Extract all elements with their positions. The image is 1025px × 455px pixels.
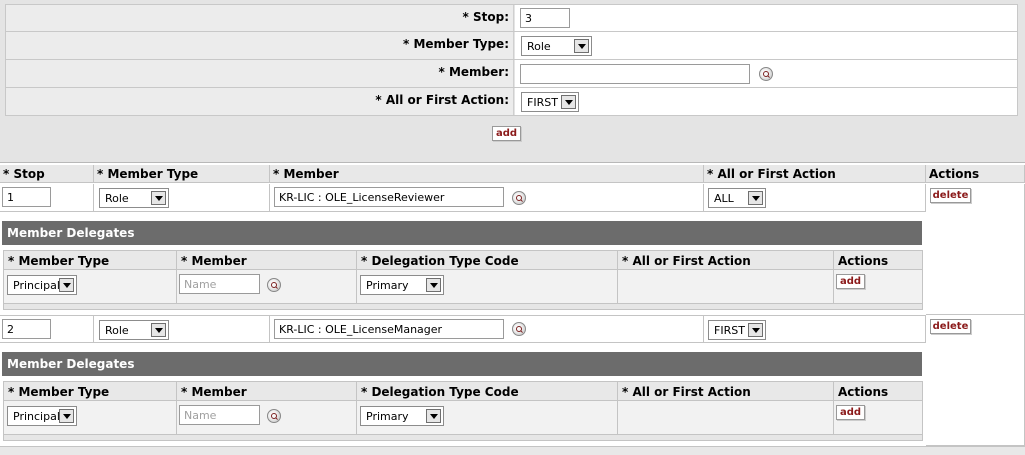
delegate-table-footer [4, 434, 922, 440]
delegate-header-delegation-type: * Delegation Type Code [357, 251, 618, 270]
delegate-header-member: * Member [177, 251, 357, 270]
member-type-select[interactable]: Role [99, 188, 169, 208]
row-1-actions-cell: delete [926, 184, 1025, 315]
row-2-actions-cell: delete [926, 315, 1025, 446]
member-input[interactable]: KR-LIC : OLE_LicenseReviewer [274, 187, 504, 207]
delegate-actions-cell: add [834, 401, 922, 434]
delegate-header-action: * All or First Action [618, 251, 834, 270]
add-responsibility-form: * Stop: 3 * Member Type: Role * Member: … [0, 0, 1025, 163]
stop-label: * Stop: [6, 5, 514, 31]
member-input[interactable] [520, 64, 750, 84]
chevron-down-icon [426, 278, 441, 292]
delegate-member-type-select[interactable]: Principal [7, 275, 77, 295]
delegate-add-button[interactable]: add [836, 405, 865, 420]
member-delegates-table: * Member Type * Member * Delegation Type… [3, 250, 923, 310]
header-action: * All or First Action [704, 165, 926, 183]
delegate-member-type-value: Principal [13, 410, 60, 423]
header-stop: * Stop [0, 165, 94, 183]
delegate-member-cell: Name [177, 401, 357, 434]
member-type-value: Role [105, 324, 129, 337]
table-footer [0, 446, 1025, 455]
chevron-down-icon [561, 95, 576, 109]
delegate-type-cell: Primary [357, 270, 618, 303]
chevron-down-icon [151, 323, 166, 337]
delegate-member-cell: Name [177, 270, 357, 303]
member-type-value: Role [527, 40, 551, 53]
member-input[interactable]: KR-LIC : OLE_LicenseManager [274, 319, 504, 339]
member-delegates-table: * Member Type * Member * Delegation Type… [3, 381, 923, 441]
header-actions: Actions [926, 165, 1025, 183]
member-delegates-title: Member Delegates [2, 221, 922, 245]
action-select[interactable]: FIRST [521, 92, 579, 112]
delegation-type-select[interactable]: Primary [360, 275, 444, 295]
add-button[interactable]: add [492, 126, 521, 141]
search-lookup-icon[interactable] [512, 322, 526, 336]
header-member-type: * Member Type [94, 165, 270, 183]
row-1-action-cell: ALL [704, 184, 926, 212]
delegate-type-cell: Primary [357, 401, 618, 434]
action-value: FIRST [714, 324, 745, 337]
stop-row: * Stop: 3 [5, 4, 1018, 32]
chevron-down-icon [151, 191, 166, 205]
action-value: FIRST [527, 96, 558, 109]
header-member: * Member [270, 165, 704, 183]
row-1-member-cell: KR-LIC : OLE_LicenseReviewer [270, 184, 704, 212]
delete-button[interactable]: delete [930, 188, 971, 203]
search-lookup-icon[interactable] [759, 67, 773, 81]
delegate-table-footer [4, 303, 922, 309]
delegate-member-type-cell: Principal [4, 270, 177, 303]
chevron-down-icon [59, 409, 74, 423]
delegate-add-button[interactable]: add [836, 274, 865, 289]
delegate-member-input[interactable]: Name [179, 274, 260, 294]
delegate-header-action: * All or First Action [618, 382, 834, 401]
action-select[interactable]: ALL [708, 188, 766, 208]
row-1-member-type-cell: Role [94, 184, 270, 212]
action-select[interactable]: FIRST [708, 320, 766, 340]
action-value: ALL [714, 192, 734, 205]
row-2-member-type-cell: Role [94, 315, 270, 343]
member-row: * Member: [5, 59, 1018, 88]
delegate-header-member-type: * Member Type [4, 251, 177, 270]
delegate-header-member: * Member [177, 382, 357, 401]
action-row: * All or First Action: FIRST [5, 87, 1018, 116]
delegate-header-member-type: * Member Type [4, 382, 177, 401]
member-label: * Member: [6, 60, 514, 87]
member-type-value: Role [105, 192, 129, 205]
delegate-header-delegation-type: * Delegation Type Code [357, 382, 618, 401]
action-label: * All or First Action: [6, 88, 514, 115]
delegation-type-select[interactable]: Primary [360, 406, 444, 426]
member-type-select[interactable]: Role [99, 320, 169, 340]
delegate-action-cell [618, 270, 834, 303]
member-type-select[interactable]: Role [521, 36, 592, 56]
search-lookup-icon[interactable] [267, 278, 281, 292]
delegate-header-actions: Actions [834, 251, 922, 270]
stop-input[interactable]: 1 [2, 187, 51, 207]
row-2-action-cell: FIRST [704, 315, 926, 343]
chevron-down-icon [748, 323, 763, 337]
chevron-down-icon [574, 39, 589, 53]
delete-button[interactable]: delete [930, 319, 971, 334]
stop-input[interactable]: 2 [2, 319, 51, 339]
stop-input[interactable]: 3 [520, 8, 570, 28]
search-lookup-icon[interactable] [267, 409, 281, 423]
delegate-member-input[interactable]: Name [179, 405, 260, 425]
delegate-actions-cell: add [834, 270, 922, 303]
delegation-type-value: Primary [366, 410, 409, 423]
member-type-label: * Member Type: [6, 32, 514, 59]
chevron-down-icon [59, 278, 74, 292]
row-2-stop-cell: 2 [0, 315, 94, 343]
chevron-down-icon [426, 409, 441, 423]
row-2-member-cell: KR-LIC : OLE_LicenseManager [270, 315, 704, 343]
search-lookup-icon[interactable] [512, 191, 526, 205]
delegate-member-type-cell: Principal [4, 401, 177, 434]
delegate-header-actions: Actions [834, 382, 922, 401]
member-delegates-title: Member Delegates [2, 352, 922, 376]
delegation-type-value: Primary [366, 279, 409, 292]
chevron-down-icon [748, 191, 763, 205]
member-type-row: * Member Type: Role [5, 31, 1018, 60]
delegate-action-cell [618, 401, 834, 434]
row-1-stop-cell: 1 [0, 184, 94, 212]
delegate-member-type-value: Principal [13, 279, 60, 292]
delegate-member-type-select[interactable]: Principal [7, 406, 77, 426]
